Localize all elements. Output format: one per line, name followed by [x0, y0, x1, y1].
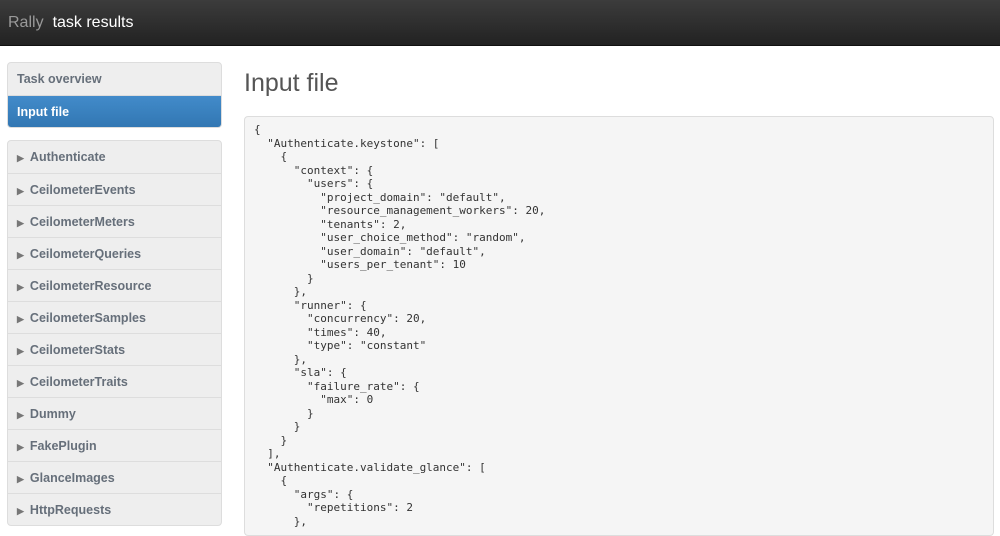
nav-task-overview[interactable]: Task overview — [8, 63, 221, 95]
expand-arrow-icon: ▶ — [17, 410, 24, 420]
expand-arrow-icon: ▶ — [17, 282, 24, 292]
nav-label: CeilometerMeters — [29, 215, 135, 229]
expand-arrow-icon: ▶ — [17, 346, 24, 356]
page-title: Input file — [244, 69, 339, 97]
main-content: Input file { "Authenticate.keystone": [ … — [244, 62, 994, 536]
nav-label: HttpRequests — [29, 503, 112, 517]
nav-label: CeilometerEvents — [29, 183, 136, 197]
input-file-code: { "Authenticate.keystone": [ { "context"… — [244, 116, 994, 536]
nav-label: Dummy — [29, 407, 76, 421]
nav-scenario-ceilometermeters[interactable]: ▶ CeilometerMeters — [8, 205, 221, 237]
nav-scenario-ceilometerqueries[interactable]: ▶ CeilometerQueries — [8, 237, 221, 269]
expand-arrow-icon: ▶ — [17, 153, 24, 163]
nav-scenario-ceilometerresource[interactable]: ▶ CeilometerResource — [8, 269, 221, 301]
scenario-nav-group: ▶ Authenticate ▶ CeilometerEvents ▶ Ceilomete… — [7, 140, 222, 526]
expand-arrow-icon: ▶ — [17, 474, 24, 484]
expand-arrow-icon: ▶ — [17, 218, 24, 228]
app-title: task results — [52, 13, 134, 31]
nav-label: CeilometerSamples — [29, 311, 146, 325]
expand-arrow-icon: ▶ — [17, 186, 24, 196]
nav-label: Authenticate — [29, 150, 106, 164]
expand-arrow-icon: ▶ — [17, 378, 24, 388]
nav-label: GlanceImages — [29, 471, 115, 485]
nav-scenario-glanceimages[interactable]: ▶ GlanceImages — [8, 461, 221, 493]
expand-arrow-icon: ▶ — [17, 314, 24, 324]
nav-scenario-authenticate[interactable]: ▶ Authenticate — [8, 141, 221, 173]
nav-scenario-httprequests[interactable]: ▶ HttpRequests — [8, 493, 221, 525]
nav-input-file[interactable]: Input file — [8, 95, 221, 127]
nav-scenario-ceilometertraits[interactable]: ▶ CeilometerTraits — [8, 365, 221, 397]
nav-label: CeilometerResource — [29, 279, 152, 293]
sidebar: Task overview Input file ▶ Authenticate ▶ C… — [7, 62, 222, 526]
nav-scenario-ceilometersamples[interactable]: ▶ CeilometerSamples — [8, 301, 221, 333]
nav-label: CeilometerQueries — [29, 247, 142, 261]
top-navbar: Rally task results — [0, 0, 1000, 46]
nav-scenario-ceilometerevents[interactable]: ▶ CeilometerEvents — [8, 173, 221, 205]
nav-scenario-dummy[interactable]: ▶ Dummy — [8, 397, 221, 429]
top-nav-group: Task overview Input file — [7, 62, 222, 128]
expand-arrow-icon: ▶ — [17, 506, 24, 516]
nav-scenario-ceilometerstats[interactable]: ▶ CeilometerStats — [8, 333, 221, 365]
nav-label: Input file — [17, 105, 70, 119]
nav-label: CeilometerTraits — [29, 375, 128, 389]
nav-label: Task overview — [17, 72, 102, 86]
nav-label: FakePlugin — [29, 439, 97, 453]
nav-scenario-fakeplugin[interactable]: ▶ FakePlugin — [8, 429, 221, 461]
nav-label: CeilometerStats — [29, 343, 126, 357]
brand-logo[interactable]: Rally — [8, 14, 44, 32]
expand-arrow-icon: ▶ — [17, 250, 24, 260]
expand-arrow-icon: ▶ — [17, 442, 24, 452]
